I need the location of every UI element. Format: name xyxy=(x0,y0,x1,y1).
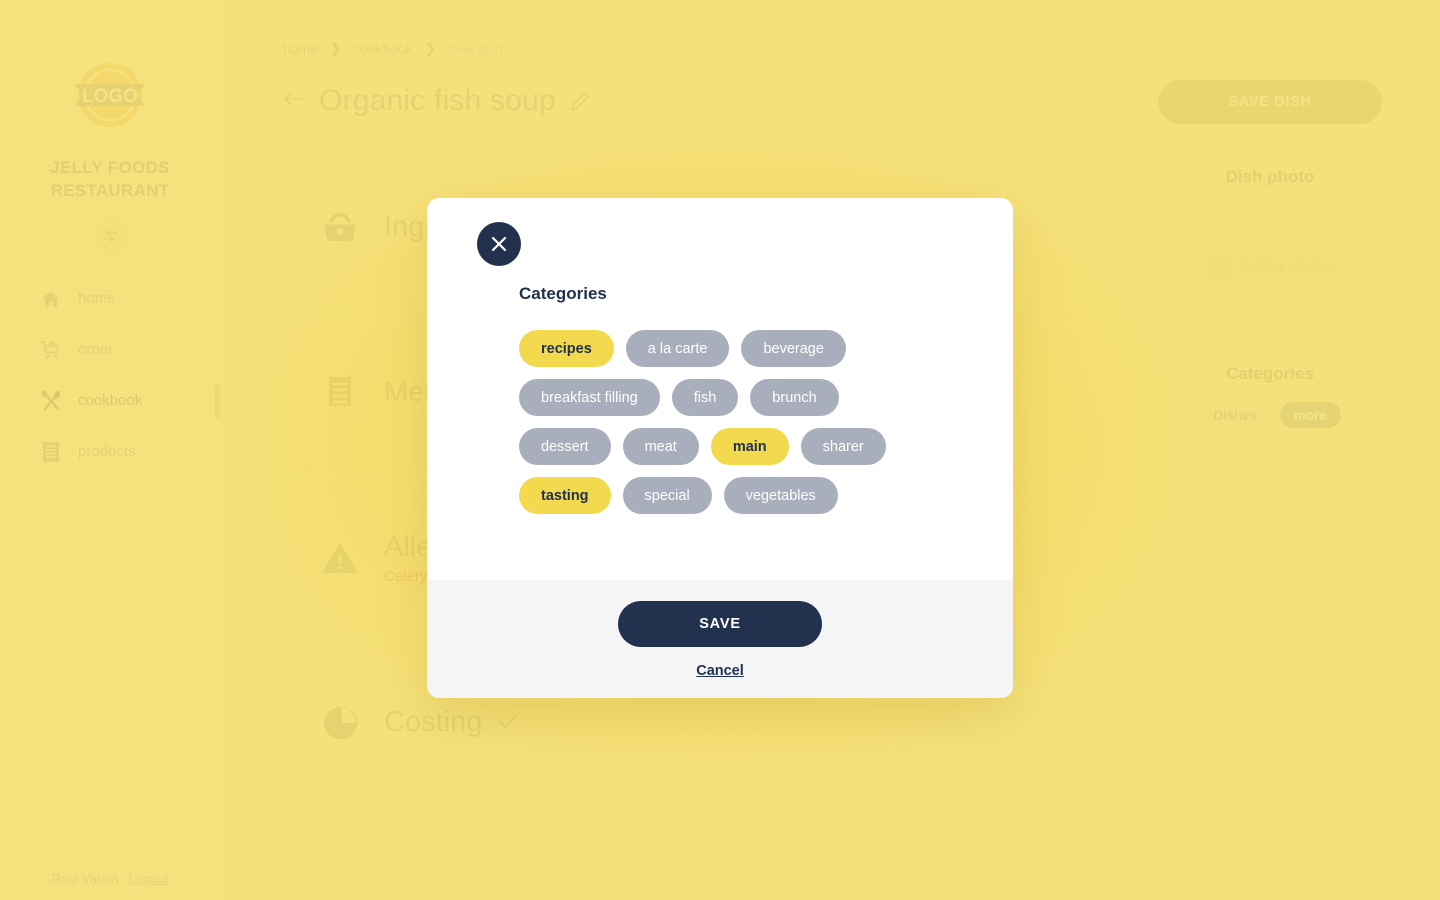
cancel-button[interactable]: Cancel xyxy=(696,663,744,679)
category-chip-brunch[interactable]: brunch xyxy=(750,379,839,416)
category-chip-fish[interactable]: fish xyxy=(671,379,739,416)
category-chip-special[interactable]: special xyxy=(622,477,712,514)
modal-footer: SAVE Cancel xyxy=(427,580,1013,698)
category-chip-breakfast-filling[interactable]: breakfast filling xyxy=(519,379,660,416)
category-chip-sharer[interactable]: sharer xyxy=(800,428,886,465)
category-chip-meat[interactable]: meat xyxy=(622,428,699,465)
modal-heading: Categories xyxy=(519,284,607,303)
categories-modal: Categories recipes a la carte beverage b… xyxy=(427,198,1013,698)
category-chip-tasting[interactable]: tasting xyxy=(519,477,611,514)
category-chip-main[interactable]: main xyxy=(710,428,789,465)
category-chip-grid: recipes a la carte beverage breakfast fi… xyxy=(519,330,939,514)
category-chip-a-la-carte[interactable]: a la carte xyxy=(625,330,730,367)
category-chip-beverage[interactable]: beverage xyxy=(741,330,846,367)
category-chip-dessert[interactable]: dessert xyxy=(519,428,611,465)
close-icon[interactable] xyxy=(477,222,521,266)
category-chip-recipes[interactable]: recipes xyxy=(519,330,614,367)
category-chip-vegetables[interactable]: vegetables xyxy=(723,477,838,514)
save-button[interactable]: SAVE xyxy=(618,601,822,647)
